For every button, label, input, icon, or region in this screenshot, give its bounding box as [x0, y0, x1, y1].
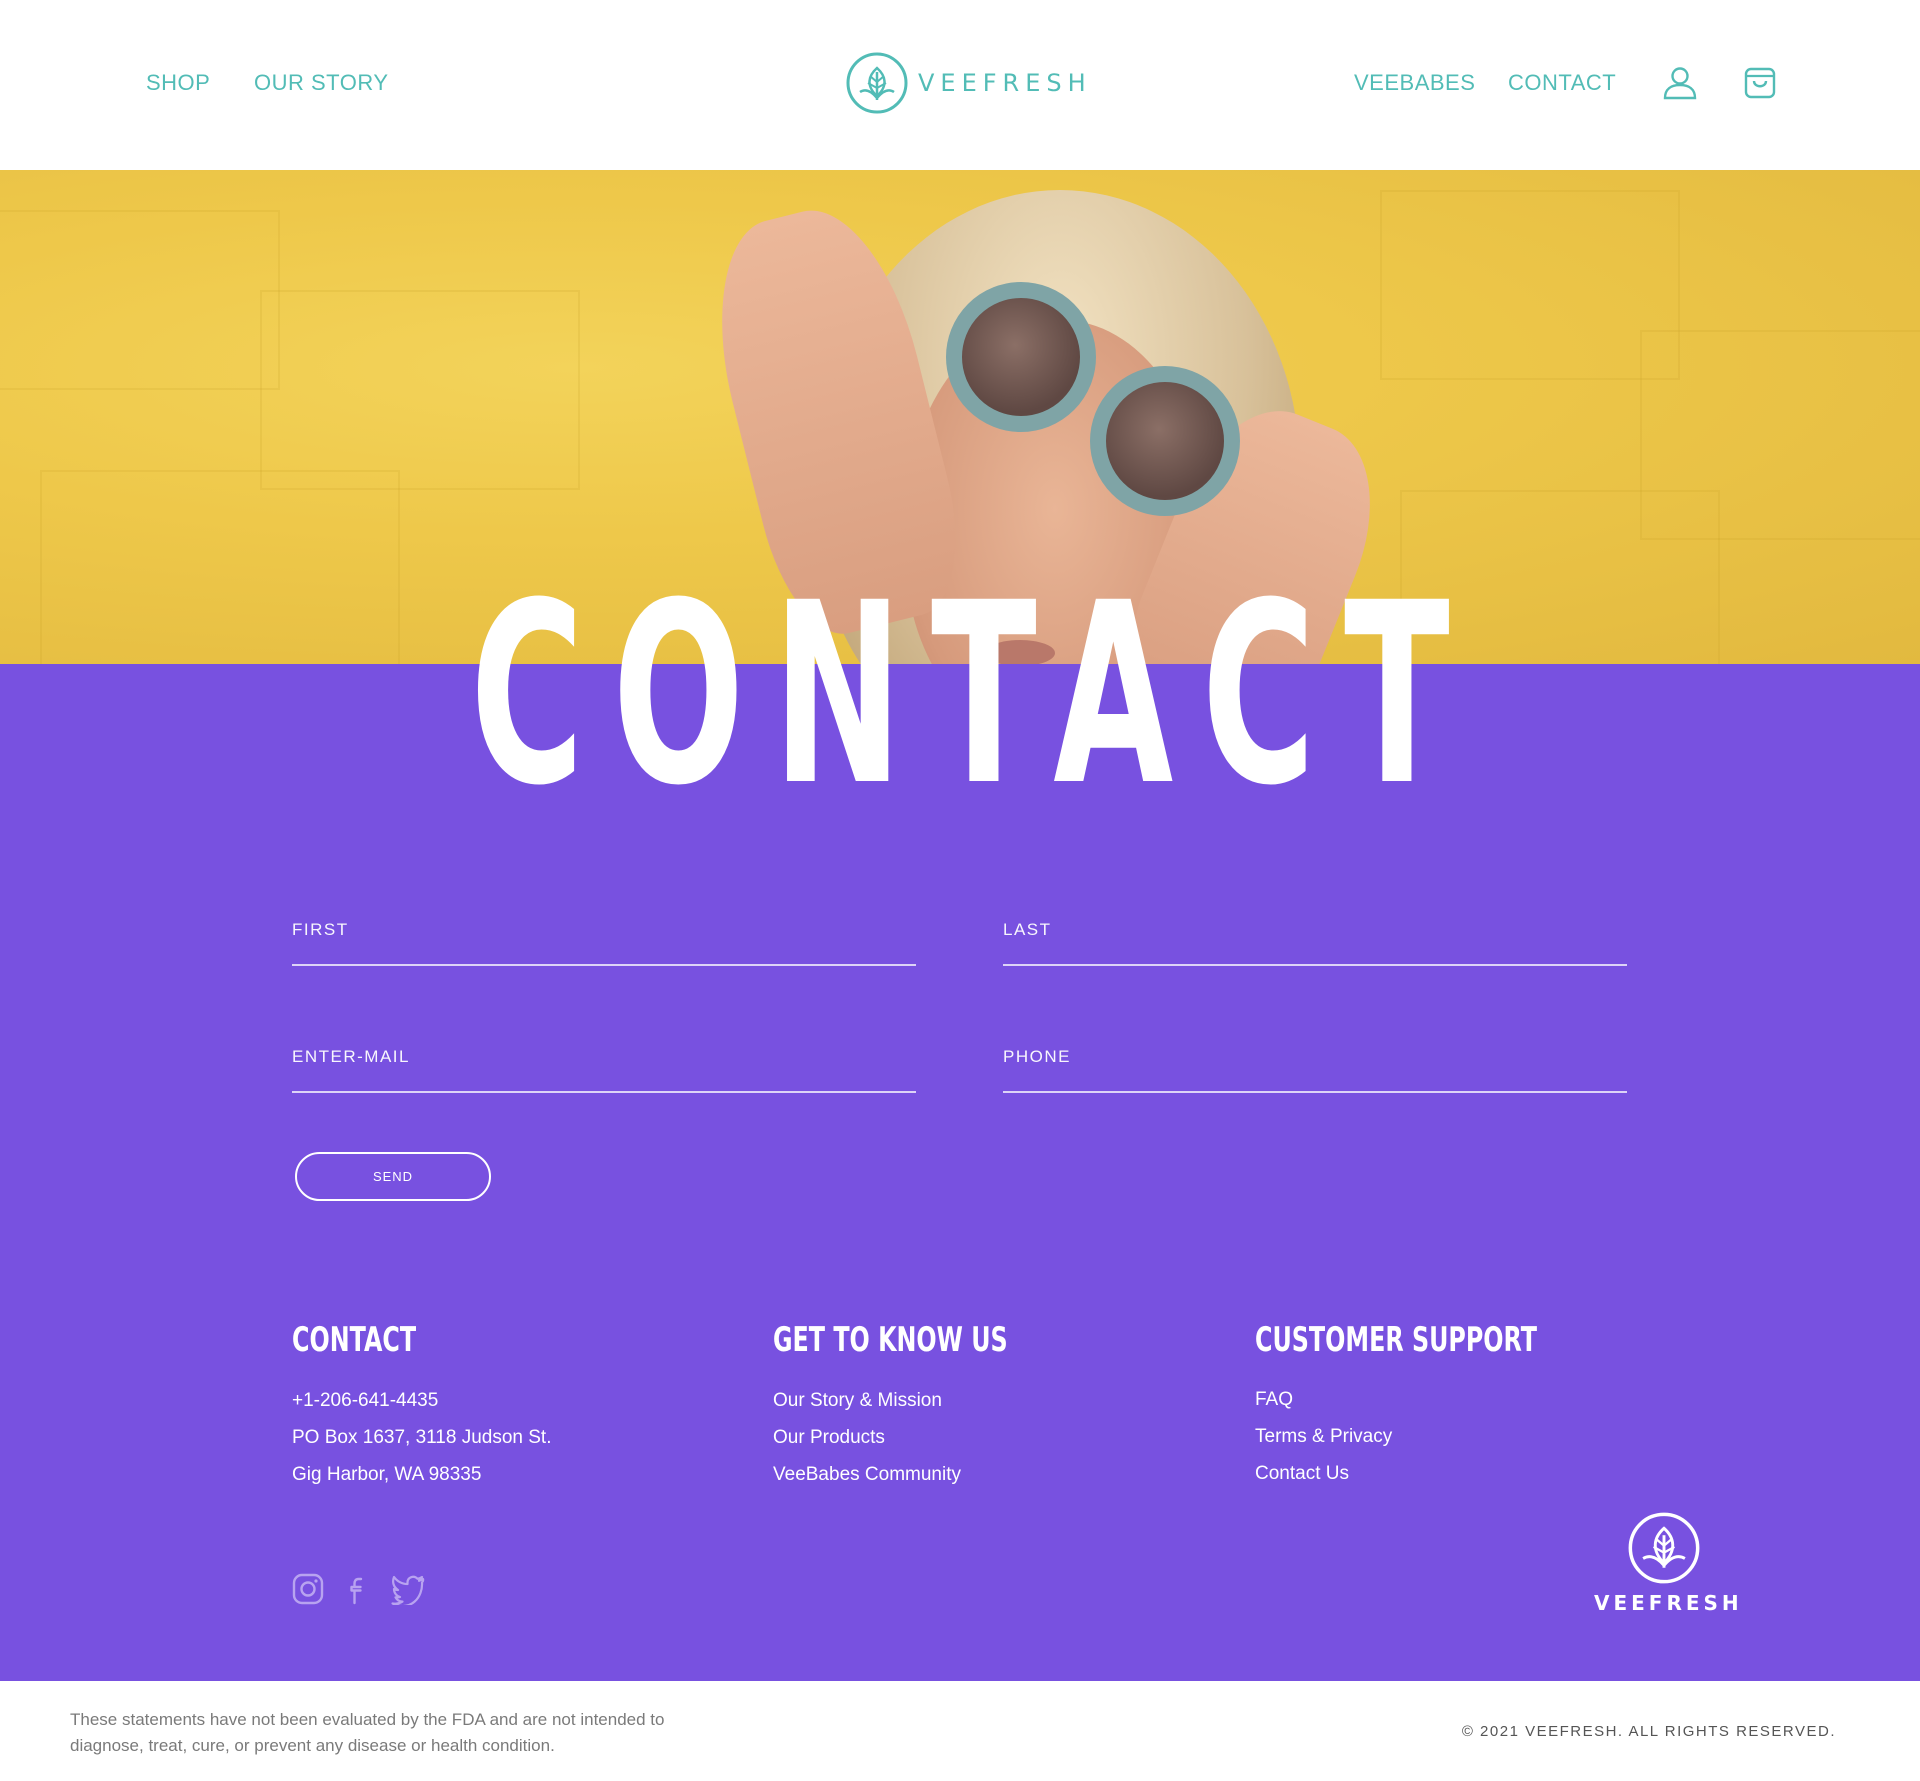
- legal-bar: These statements have not been evaluated…: [0, 1681, 1920, 1781]
- footer-get-to-know-heading: GET TO KNOW US: [773, 1320, 1008, 1360]
- footer-contact-heading: CONTACT: [292, 1320, 417, 1360]
- footer-address-line-2: Gig Harbor, WA 98335: [292, 1464, 482, 1485]
- last-name-field[interactable]: [1003, 906, 1627, 966]
- footer-phone: +1-206-641-4435: [292, 1390, 439, 1411]
- nav-contact-link[interactable]: CONTACT: [1508, 70, 1616, 96]
- footer-link-faq[interactable]: FAQ: [1255, 1389, 1293, 1411]
- footer-logo[interactable]: VEEFRESH: [1594, 1512, 1743, 1615]
- phone-input[interactable]: [1003, 1047, 1627, 1067]
- nav-veebabes-link[interactable]: VEEBABES: [1354, 70, 1475, 96]
- instagram-icon[interactable]: [292, 1573, 324, 1605]
- footer-support-heading: CUSTOMER SUPPORT: [1255, 1320, 1538, 1360]
- footer-link-terms-privacy[interactable]: Terms & Privacy: [1255, 1426, 1392, 1448]
- user-icon[interactable]: [1662, 64, 1698, 100]
- site-header: SHOP OUR STORY VEEFRESH VEEBABES CONTACT: [0, 0, 1920, 170]
- footer-link-our-story[interactable]: Our Story & Mission: [773, 1390, 942, 1412]
- first-name-field[interactable]: [292, 906, 916, 966]
- send-button[interactable]: SEND: [295, 1152, 491, 1201]
- header-logo-text: VEEFRESH: [918, 69, 1092, 97]
- copyright-text: © 2021 VEEFRESH. ALL RIGHTS RESERVED.: [1461, 1723, 1836, 1740]
- footer-logo-text: VEEFRESH: [1594, 1591, 1743, 1615]
- email-field[interactable]: [292, 1033, 916, 1093]
- nav-shop-link[interactable]: SHOP: [146, 70, 210, 96]
- footer-link-veebabes-community[interactable]: VeeBabes Community: [773, 1464, 961, 1486]
- leaf-logo-icon: [1628, 1512, 1700, 1584]
- header-logo[interactable]: VEEFRESH: [846, 52, 1092, 114]
- cart-icon[interactable]: [1742, 64, 1778, 100]
- nav-our-story-link[interactable]: OUR STORY: [254, 70, 389, 96]
- facebook-icon[interactable]: [342, 1573, 374, 1605]
- fda-disclaimer: These statements have not been evaluated…: [70, 1710, 665, 1755]
- last-name-input[interactable]: [1003, 920, 1627, 940]
- email-input[interactable]: [292, 1047, 916, 1067]
- phone-field[interactable]: [1003, 1033, 1627, 1093]
- leaf-logo-icon: [846, 52, 908, 114]
- footer-link-our-products[interactable]: Our Products: [773, 1427, 885, 1449]
- footer-link-contact-us[interactable]: Contact Us: [1255, 1463, 1349, 1485]
- twitter-icon[interactable]: [390, 1573, 426, 1605]
- first-name-input[interactable]: [292, 920, 916, 940]
- page-title: CONTACT: [470, 549, 1479, 840]
- footer-address-line-1: PO Box 1637, 3118 Judson St.: [292, 1427, 552, 1448]
